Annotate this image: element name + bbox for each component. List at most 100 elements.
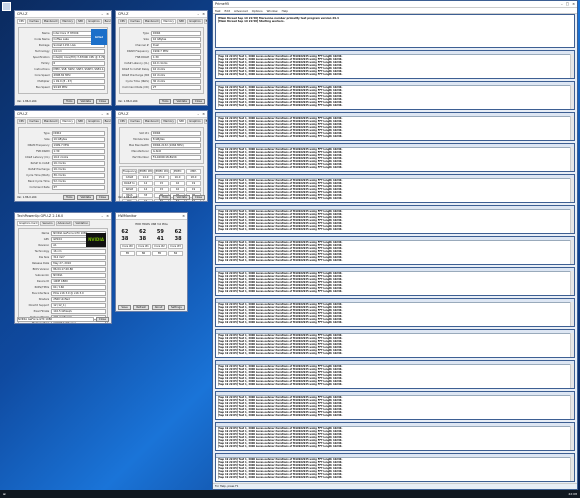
scrollbar[interactable] [570,271,574,295]
validate-button[interactable]: Validate [77,99,94,104]
tab-cpu[interactable]: CPU [118,119,128,124]
save-button[interactable]: Save [118,305,131,310]
tab-cpu[interactable]: CPU [17,19,27,24]
tab-bench[interactable]: Bench [102,119,111,124]
tab-advanced[interactable]: Advanced [55,221,73,226]
tab-memory[interactable]: Memory [60,19,75,24]
start-icon[interactable]: ⊞ [3,492,6,496]
tab-caches[interactable]: Caches [27,19,41,24]
clock-time[interactable]: 22:08 [568,492,577,496]
tab-memory[interactable]: Memory [161,119,176,124]
worker-window: [Sep 19 22:05] Test 1, 4000 Lucas-Lehmer… [215,143,575,172]
tab-mainboard[interactable]: Mainboard [142,19,161,24]
menu-help[interactable]: Help [282,9,288,13]
close-icon[interactable]: × [106,12,109,16]
menu-window[interactable]: Window [267,9,278,13]
tab-mainboard[interactable]: Mainboard [41,19,60,24]
tab-mainboard[interactable]: Mainboard [41,119,60,124]
field-value: 110.5 GPixel/s [51,309,106,314]
validate-button[interactable]: Validate [173,195,190,200]
scrollbar[interactable] [570,364,574,388]
close-icon[interactable]: × [182,214,185,218]
tab-spd[interactable]: SPD [176,19,187,24]
scrollbar[interactable] [570,147,574,171]
validate-button[interactable]: Validate [77,195,94,200]
footer: Ver. 1.86.0.x64 Tools Validate Close [118,195,205,200]
tab-graphics[interactable]: Graphics [86,119,102,124]
tools-button[interactable]: Tools [63,195,76,200]
close-icon[interactable]: × [202,12,205,16]
close-button[interactable]: Close [95,317,109,322]
tab-caches[interactable]: Caches [27,119,41,124]
tab-memory[interactable]: Memory [60,119,75,124]
close-icon[interactable]: × [106,214,109,218]
tools-button[interactable]: Tools [159,195,172,200]
scrollbar[interactable] [570,178,574,202]
scrollbar[interactable] [570,426,574,450]
tab-mainboard[interactable]: Mainboard [142,119,161,124]
validate-button[interactable]: Validate [173,99,190,104]
menu-advanced[interactable]: Advanced [234,9,248,13]
tab-bench[interactable]: Bench [102,19,111,24]
scrollbar[interactable] [570,395,574,419]
tab-spd[interactable]: SPD [75,19,86,24]
tab-caches[interactable]: Caches [128,119,142,124]
scrollbar[interactable] [570,209,574,233]
close-button[interactable]: Close [191,99,205,104]
tab-graphics[interactable]: Graphics [86,19,102,24]
minimize-icon[interactable]: – [197,12,199,16]
scrollbar[interactable] [570,116,574,140]
tools-button[interactable]: Tools [63,99,76,104]
tab-bench[interactable]: Bench [203,119,207,124]
minimize-icon[interactable]: – [101,214,103,218]
menu-edit[interactable]: Edit [225,9,230,13]
close-icon[interactable]: × [106,112,109,116]
tab-bench[interactable]: Bench [203,19,207,24]
tab-validation[interactable]: Validation [73,221,91,226]
title-bar[interactable]: TechPowerUp GPU-Z 2.16.0 – × [15,213,111,220]
title-bar[interactable]: HWMonitor × [116,213,187,220]
scrollbar[interactable] [570,457,574,481]
field-label: Cycle Time (tRAS) [125,80,149,83]
maximize-icon[interactable]: □ [566,2,569,6]
close-icon[interactable]: × [572,2,575,6]
field-value: 16 GBytes [51,137,105,142]
scrollbar[interactable] [570,85,574,109]
title-bar[interactable]: CPU-Z – × [116,11,207,18]
close-icon[interactable]: × [202,112,205,116]
title-bar[interactable]: Prime95 – □ × [213,1,577,8]
refresh-button[interactable]: Refresh [133,305,150,310]
tab-graphics-card[interactable]: Graphics Card [17,221,40,226]
close-button[interactable]: Close [95,99,109,104]
minimize-icon[interactable]: – [101,112,103,116]
tab-sensors[interactable]: Sensors [40,221,55,226]
scrollbar[interactable] [570,302,574,326]
tab-graphics[interactable]: Graphics [187,119,203,124]
tab-spd[interactable]: SPD [176,119,187,124]
settings-button[interactable]: Settings [168,305,185,310]
info-row: Manufacturer G.Skill [122,149,201,154]
tab-spd[interactable]: SPD [75,119,86,124]
gpu-select[interactable]: NVIDIA GeForce GTX 1080 [17,317,94,322]
tab-cpu[interactable]: CPU [118,19,128,24]
minimize-icon[interactable]: – [561,2,563,6]
tab-caches[interactable]: Caches [128,19,142,24]
minimize-icon[interactable]: – [101,12,103,16]
tab-graphics[interactable]: Graphics [187,19,203,24]
tab-cpu[interactable]: CPU [17,119,27,124]
scrollbar[interactable] [570,240,574,264]
title-bar[interactable]: CPU-Z – × [116,111,207,118]
about-button[interactable]: About [151,305,166,310]
scrollbar[interactable] [570,333,574,357]
minimize-icon[interactable]: – [197,112,199,116]
scrollbar[interactable] [570,54,574,78]
close-button[interactable]: Close [191,195,205,200]
close-button[interactable]: Close [95,195,109,200]
menu-options[interactable]: Options [252,9,263,13]
tab-memory[interactable]: Memory [161,19,176,24]
menu-test[interactable]: Test [215,9,221,13]
desktop-icon-recycle-bin[interactable] [2,2,11,11]
title-bar[interactable]: CPU-Z – × [15,11,111,18]
title-bar[interactable]: CPU-Z – × [15,111,111,118]
tools-button[interactable]: Tools [159,99,172,104]
